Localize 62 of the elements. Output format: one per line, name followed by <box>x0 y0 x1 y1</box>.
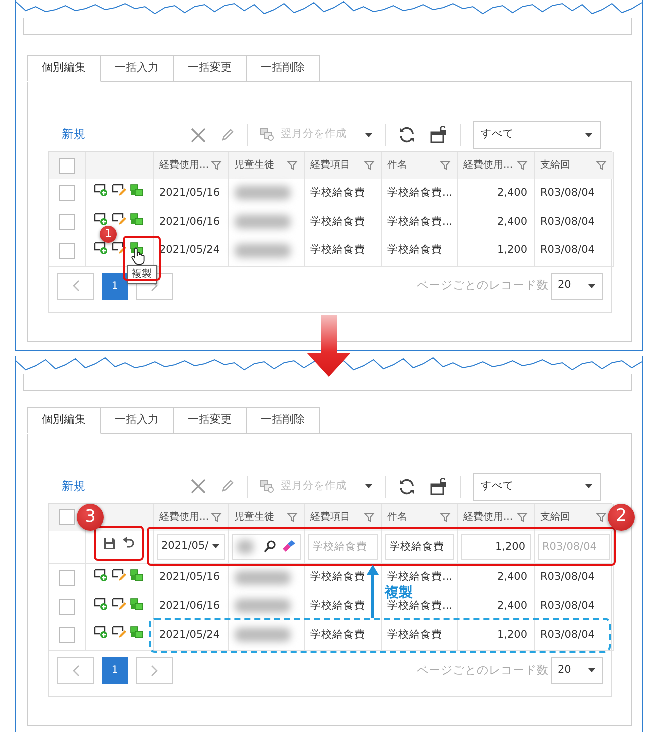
column-header[interactable]: 件名 <box>388 510 408 524</box>
date-field[interactable]: 2021/05/ <box>156 534 224 560</box>
column-header[interactable]: 支給回 <box>540 510 570 524</box>
amount-cell: 2,400 <box>457 179 534 208</box>
page-button[interactable]: 1 <box>102 272 128 300</box>
column-header[interactable]: 児童生徒 <box>234 510 274 524</box>
select-value: 20 <box>558 278 572 294</box>
item-cell: 学校給食費 <box>304 237 381 266</box>
amount-cell: 2,400 <box>457 592 534 622</box>
item-cell: 学校給食費 <box>304 179 381 208</box>
page-size-select[interactable]: 20 <box>551 272 603 300</box>
item-cell: 学校給食費 <box>304 592 381 622</box>
date-cell: 2021/06/16 <box>153 208 228 237</box>
item-cell: 学校給食費 <box>304 622 381 650</box>
column-header[interactable]: 経費項目 <box>310 510 350 524</box>
tab[interactable]: 一括削除 <box>246 55 320 82</box>
tab[interactable]: 個別編集 <box>27 55 101 82</box>
select-value: 20 <box>558 662 572 678</box>
page-button[interactable]: 1 <box>102 657 128 684</box>
new-link[interactable]: 新規 <box>62 478 86 496</box>
amount-cell: 2,400 <box>457 208 534 237</box>
subject-cell: 学校給食費 <box>381 237 457 266</box>
amount-cell: 2,400 <box>457 564 534 592</box>
amount-field[interactable]: 1,200 <box>460 534 530 560</box>
payment-cell: R03/08/04 <box>534 592 613 622</box>
amount-cell: 1,200 <box>457 237 534 266</box>
date-cell: 2021/05/16 <box>153 179 228 208</box>
payment-cell: R03/08/04 <box>534 179 613 208</box>
page-size-select[interactable]: 20 <box>551 657 603 684</box>
payment-cell: R03/08/04 <box>534 237 613 266</box>
column-header[interactable]: 児童生徒 <box>234 158 274 173</box>
column-header[interactable]: 経費項目 <box>310 158 350 173</box>
filter-select[interactable]: すべて <box>473 121 601 149</box>
column-header[interactable]: 経費使用... <box>160 510 210 524</box>
new-link[interactable]: 新規 <box>62 126 86 144</box>
subject-field[interactable]: 学校給食費 <box>384 534 454 560</box>
item-cell: 学校給食費 <box>304 208 381 237</box>
amount-cell: 1,200 <box>457 622 534 650</box>
field-value: 2021/05/ <box>162 538 209 554</box>
tab[interactable]: 一括削除 <box>246 406 320 434</box>
select-value: すべて <box>481 127 514 142</box>
column-header[interactable]: 経費使用... <box>464 158 514 173</box>
column-header[interactable]: 経費使用... <box>464 510 514 524</box>
filter-select[interactable]: すべて <box>473 472 601 500</box>
page-size-label: ページごとのレコード数 <box>417 662 549 679</box>
page-size-label: ページごとのレコード数 <box>417 277 549 294</box>
payment-cell: R03/08/04 <box>534 208 613 237</box>
column-header[interactable]: 支給回 <box>540 158 570 173</box>
column-header[interactable]: 件名 <box>388 158 408 173</box>
tab[interactable]: 個別編集 <box>27 406 101 434</box>
date-cell: 2021/05/16 <box>153 564 228 592</box>
subject-cell: 学校給食費... <box>381 208 457 237</box>
subject-cell: 学校給食費 <box>381 622 457 650</box>
payment-cell: R03/08/04 <box>534 622 613 650</box>
date-cell: 2021/06/16 <box>153 592 228 622</box>
subject-cell: 学校給食費... <box>381 179 457 208</box>
payment-cell: R03/08/04 <box>534 564 613 592</box>
select-value: すべて <box>481 478 514 494</box>
step-number-badge: 1 <box>100 226 117 243</box>
step-number-badge: 2 <box>608 504 635 530</box>
column-header[interactable]: 経費使用... <box>160 158 210 173</box>
date-cell: 2021/05/24 <box>153 622 228 650</box>
